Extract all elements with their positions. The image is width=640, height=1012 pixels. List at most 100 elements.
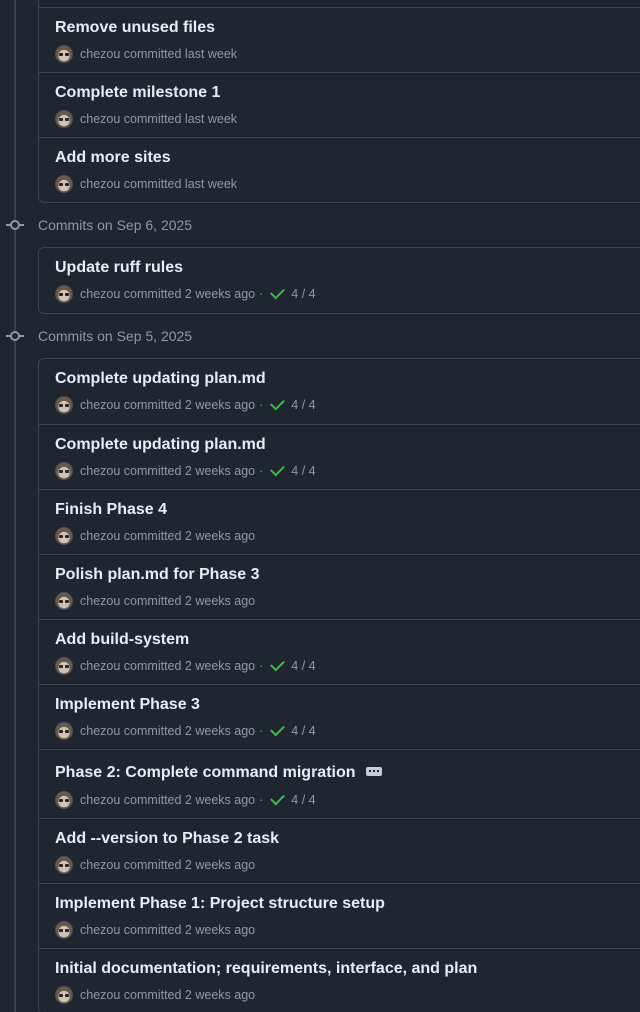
avatar[interactable]: [55, 657, 73, 675]
commit-meta: chezou committed 2 weeks ago · 4 / 4: [55, 461, 316, 480]
avatar[interactable]: [55, 592, 73, 610]
commit-group: Update ruff rules chezou committed 2 wee…: [38, 247, 640, 314]
commit-group: Remove unused files chezou committed las…: [38, 0, 640, 203]
meta-separator: ·: [259, 659, 264, 673]
commit-meta: chezou committed 2 weeks ago: [55, 527, 255, 545]
timeline-line: [14, 0, 16, 1012]
date-header-label: Commits on Sep 5, 2025: [38, 328, 193, 344]
commit-row: Polish plan.md for Phase 3 chezou commit…: [39, 554, 640, 619]
commit-row: Initial documentation; requirements, int…: [39, 948, 640, 1012]
commit-title[interactable]: Complete updating plan.md: [55, 370, 266, 388]
commit-title[interactable]: Polish plan.md for Phase 3: [55, 566, 260, 584]
commit-time: committed last week: [123, 177, 238, 191]
commit-author[interactable]: chezou: [80, 659, 120, 673]
commit-row: Implement Phase 3 chezou committed 2 wee…: [39, 684, 640, 749]
check-icon[interactable]: [270, 395, 286, 411]
check-icon[interactable]: [270, 721, 286, 737]
commit-author[interactable]: chezou: [80, 923, 120, 937]
avatar[interactable]: [55, 285, 73, 303]
commit-meta: chezou committed 2 weeks ago: [55, 986, 255, 1004]
meta-separator: ·: [259, 398, 264, 412]
commit-meta: chezou committed 2 weeks ago · 4 / 4: [55, 656, 316, 675]
meta-separator: ·: [259, 724, 264, 738]
commit-title[interactable]: Update ruff rules: [55, 259, 183, 277]
commit-time: committed 2 weeks ago: [123, 858, 256, 872]
commit-title-wrap: Phase 2: Complete command migration: [55, 764, 382, 782]
avatar[interactable]: [55, 45, 73, 63]
meta-separator: ·: [259, 793, 264, 807]
check-icon[interactable]: [270, 790, 286, 806]
avatar[interactable]: [55, 722, 73, 740]
commit-author[interactable]: chezou: [80, 594, 120, 608]
commit-author[interactable]: chezou: [80, 464, 120, 478]
commit-author[interactable]: chezou: [80, 988, 120, 1002]
commit-time: committed 2 weeks ago: [123, 287, 256, 301]
commit-time: committed 2 weeks ago: [123, 464, 256, 478]
commit-meta: chezou committed 2 weeks ago: [55, 592, 255, 610]
checks-count[interactable]: 4 / 4: [291, 793, 315, 807]
commit-title[interactable]: Finish Phase 4: [55, 501, 167, 519]
commit-row: Remove unused files chezou committed las…: [39, 7, 640, 72]
commit-row: Complete updating plan.md chezou committ…: [39, 359, 640, 424]
commit-meta: chezou committed 2 weeks ago: [55, 921, 255, 939]
commit-author[interactable]: chezou: [80, 177, 120, 191]
avatar[interactable]: [55, 110, 73, 128]
commit-author[interactable]: chezou: [80, 112, 120, 126]
commit-meta: chezou committed 2 weeks ago: [55, 856, 255, 874]
commit-title[interactable]: Initial documentation; requirements, int…: [55, 960, 477, 978]
commit-title[interactable]: Implement Phase 3: [55, 696, 200, 714]
commit-title[interactable]: Complete updating plan.md: [55, 436, 266, 454]
avatar[interactable]: [55, 986, 73, 1004]
commit-author[interactable]: chezou: [80, 47, 120, 61]
check-icon[interactable]: [270, 461, 286, 477]
checks-count[interactable]: 4 / 4: [291, 464, 315, 478]
commit-title[interactable]: Complete milestone 1: [55, 84, 220, 102]
date-header: Commits on Sep 5, 2025: [0, 326, 192, 346]
commit-title[interactable]: Remove unused files: [55, 19, 215, 37]
avatar[interactable]: [55, 791, 73, 809]
commit-author[interactable]: chezou: [80, 724, 120, 738]
commit-time: committed 2 weeks ago: [123, 594, 256, 608]
avatar[interactable]: [55, 527, 73, 545]
avatar[interactable]: [55, 462, 73, 480]
checks-count[interactable]: 4 / 4: [291, 724, 315, 738]
commit-meta: chezou committed 2 weeks ago · 4 / 4: [55, 395, 316, 414]
commit-time: committed 2 weeks ago: [123, 659, 256, 673]
commit-title[interactable]: Add build-system: [55, 631, 189, 649]
avatar[interactable]: [55, 856, 73, 874]
check-icon[interactable]: [270, 656, 286, 672]
commit-row: Add more sites chezou committed last wee…: [39, 137, 640, 202]
commit-author[interactable]: chezou: [80, 793, 120, 807]
commit-author[interactable]: chezou: [80, 529, 120, 543]
commit-history: Remove unused files chezou committed las…: [0, 0, 640, 1012]
commit-time: committed 2 weeks ago: [123, 724, 256, 738]
git-commit-icon: [0, 215, 30, 235]
commit-time: committed last week: [123, 47, 238, 61]
avatar[interactable]: [55, 396, 73, 414]
commit-title[interactable]: Add more sites: [55, 149, 171, 167]
ellipsis-icon[interactable]: [365, 766, 382, 776]
commit-title[interactable]: Add --version to Phase 2 task: [55, 830, 279, 848]
commit-author[interactable]: chezou: [80, 398, 120, 412]
checks-count[interactable]: 4 / 4: [291, 287, 315, 301]
commit-time: committed 2 weeks ago: [123, 988, 256, 1002]
commit-author[interactable]: chezou: [80, 858, 120, 872]
avatar[interactable]: [55, 175, 73, 193]
git-commit-icon: [0, 326, 30, 346]
commit-title[interactable]: Implement Phase 1: Project structure set…: [55, 895, 385, 913]
commit-title[interactable]: Phase 2: Complete command migration: [55, 764, 356, 782]
commit-row: Finish Phase 4 chezou committed 2 weeks …: [39, 489, 640, 554]
commit-meta: chezou committed 2 weeks ago · 4 / 4: [55, 790, 316, 809]
commit-time: committed 2 weeks ago: [123, 793, 256, 807]
commit-meta: chezou committed 2 weeks ago · 4 / 4: [55, 721, 316, 740]
checks-count[interactable]: 4 / 4: [291, 398, 315, 412]
commit-author[interactable]: chezou: [80, 287, 120, 301]
commit-group: Complete updating plan.md chezou committ…: [38, 358, 640, 1012]
checks-count[interactable]: 4 / 4: [291, 659, 315, 673]
commit-time: committed 2 weeks ago: [123, 398, 256, 412]
commit-row: Update ruff rules chezou committed 2 wee…: [39, 248, 640, 313]
check-icon[interactable]: [270, 284, 286, 300]
commit-meta: chezou committed last week: [55, 175, 237, 193]
avatar[interactable]: [55, 921, 73, 939]
commit-meta: chezou committed last week: [55, 110, 237, 128]
